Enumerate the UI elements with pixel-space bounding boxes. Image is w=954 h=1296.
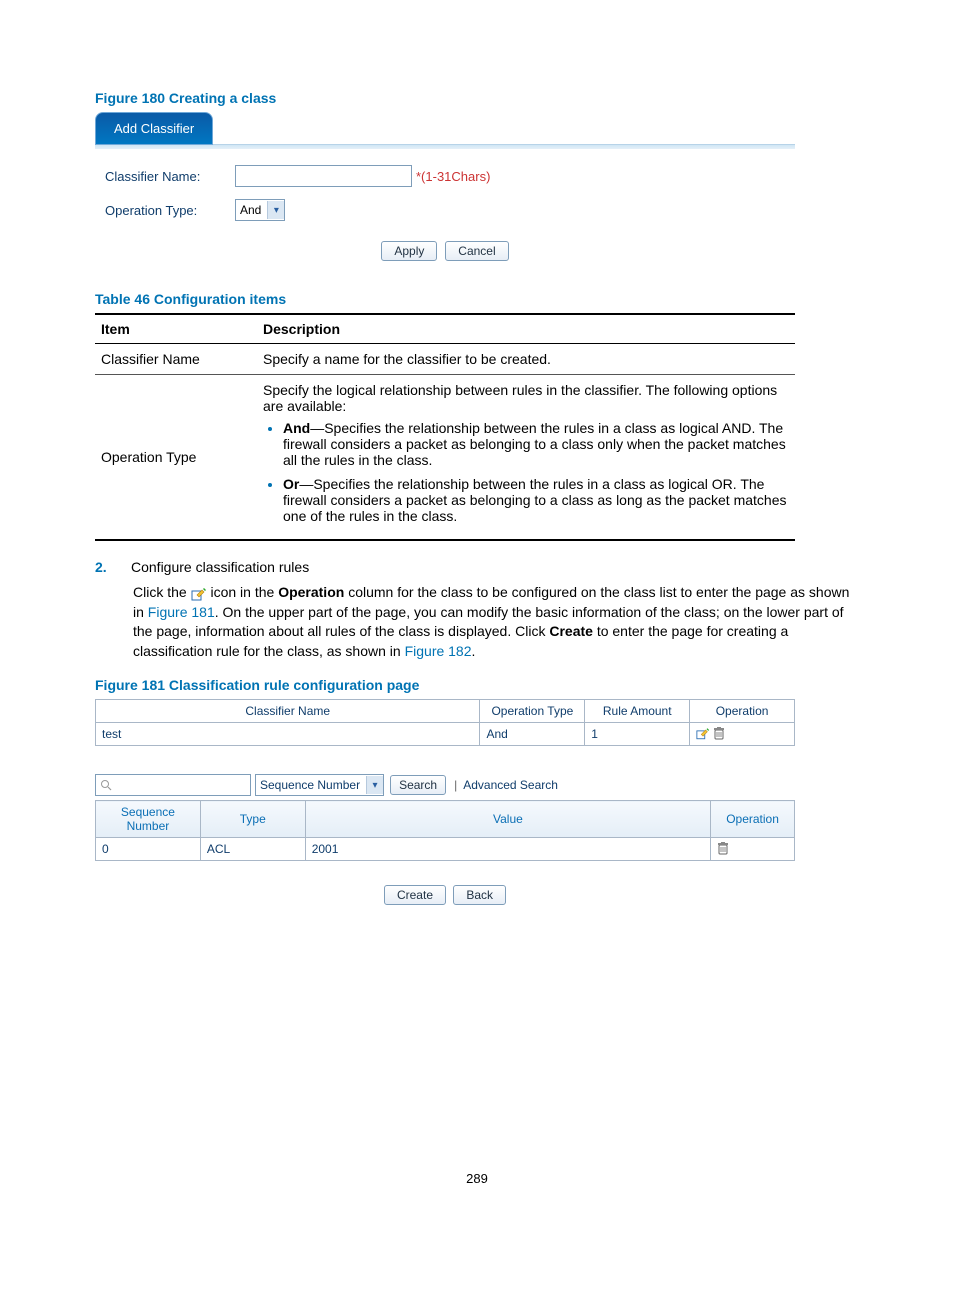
page-number: 289 <box>95 1171 859 1186</box>
figure-182-link[interactable]: Figure 182 <box>405 643 472 659</box>
rule-row: 0 ACL 2001 <box>96 838 795 861</box>
delete-icon[interactable] <box>713 727 725 741</box>
table-46-row2-desc: Specify the logical relationship between… <box>257 375 795 541</box>
cell-operation-type: And <box>480 723 585 746</box>
cell-seq: 0 <box>96 838 201 861</box>
table-46-row1-desc: Specify a name for the classifier to be … <box>257 344 795 375</box>
delete-icon[interactable] <box>717 842 729 856</box>
figure-181-screenshot: Classifier Name Operation Type Rule Amou… <box>95 699 795 911</box>
figure-181-caption: Figure 181 Classification rule configura… <box>95 677 859 693</box>
col-classifier-name: Classifier Name <box>96 700 480 723</box>
operation-type-select[interactable]: And ▾ <box>235 199 285 221</box>
cell-rule-operation <box>711 838 795 861</box>
search-icon <box>100 779 112 791</box>
add-classifier-tab[interactable]: Add Classifier <box>95 112 213 145</box>
col-operation: Operation <box>690 700 795 723</box>
classifier-name-hint: *(1-31Chars) <box>416 169 490 184</box>
table-46-bullet-or: Or—Specifies the relationship between th… <box>283 476 789 524</box>
cell-value: 2001 <box>305 838 710 861</box>
classifier-name-label: Classifier Name: <box>105 169 235 184</box>
table-46: Item Description Classifier Name Specify… <box>95 313 795 541</box>
table-46-row2-item: Operation Type <box>95 375 257 541</box>
cell-rule-amount: 1 <box>585 723 690 746</box>
col-operation-type: Operation Type <box>480 700 585 723</box>
classifier-row: test And 1 <box>96 723 795 746</box>
col-value[interactable]: Value <box>305 801 710 838</box>
chevron-down-icon: ▾ <box>366 776 383 794</box>
table-46-caption: Table 46 Configuration items <box>95 291 859 307</box>
col-rule-amount: Rule Amount <box>585 700 690 723</box>
chevron-down-icon: ▾ <box>267 201 284 219</box>
cell-type: ACL <box>200 838 305 861</box>
operation-type-value: And <box>240 203 261 217</box>
cell-classifier-name: test <box>96 723 480 746</box>
operation-type-label: Operation Type: <box>105 203 235 218</box>
cancel-button[interactable]: Cancel <box>445 241 508 261</box>
classifier-name-input[interactable] <box>235 165 412 187</box>
figure-180-caption: Figure 180 Creating a class <box>95 90 859 106</box>
figure-180-screenshot: Add Classifier Classifier Name: *(1-31Ch… <box>95 112 795 267</box>
search-filter-value: Sequence Number <box>260 778 360 792</box>
apply-button[interactable]: Apply <box>381 241 437 261</box>
col-seq[interactable]: Sequence Number <box>96 801 201 838</box>
table-46-col-desc: Description <box>257 314 795 344</box>
back-button[interactable]: Back <box>453 885 506 905</box>
edit-icon <box>191 585 207 599</box>
col-rule-operation: Operation <box>711 801 795 838</box>
table-46-bullet-and: And—Specifies the relationship between t… <box>283 420 789 468</box>
table-46-col-item: Item <box>95 314 257 344</box>
table-46-row1-item: Classifier Name <box>95 344 257 375</box>
step-2-number: 2. <box>95 559 113 575</box>
search-button[interactable]: Search <box>390 775 446 795</box>
edit-icon[interactable] <box>696 727 713 741</box>
cell-operation-icons <box>690 723 795 746</box>
search-input[interactable] <box>95 774 251 796</box>
step-2-paragraph: Click the icon in the Operation column f… <box>133 583 859 661</box>
create-button[interactable]: Create <box>384 885 446 905</box>
advanced-search-link[interactable]: Advanced Search <box>463 778 558 792</box>
step-2-title: Configure classification rules <box>131 559 309 575</box>
search-filter-select[interactable]: Sequence Number ▾ <box>255 774 384 796</box>
figure-181-link[interactable]: Figure 181 <box>148 604 215 620</box>
col-type[interactable]: Type <box>200 801 305 838</box>
